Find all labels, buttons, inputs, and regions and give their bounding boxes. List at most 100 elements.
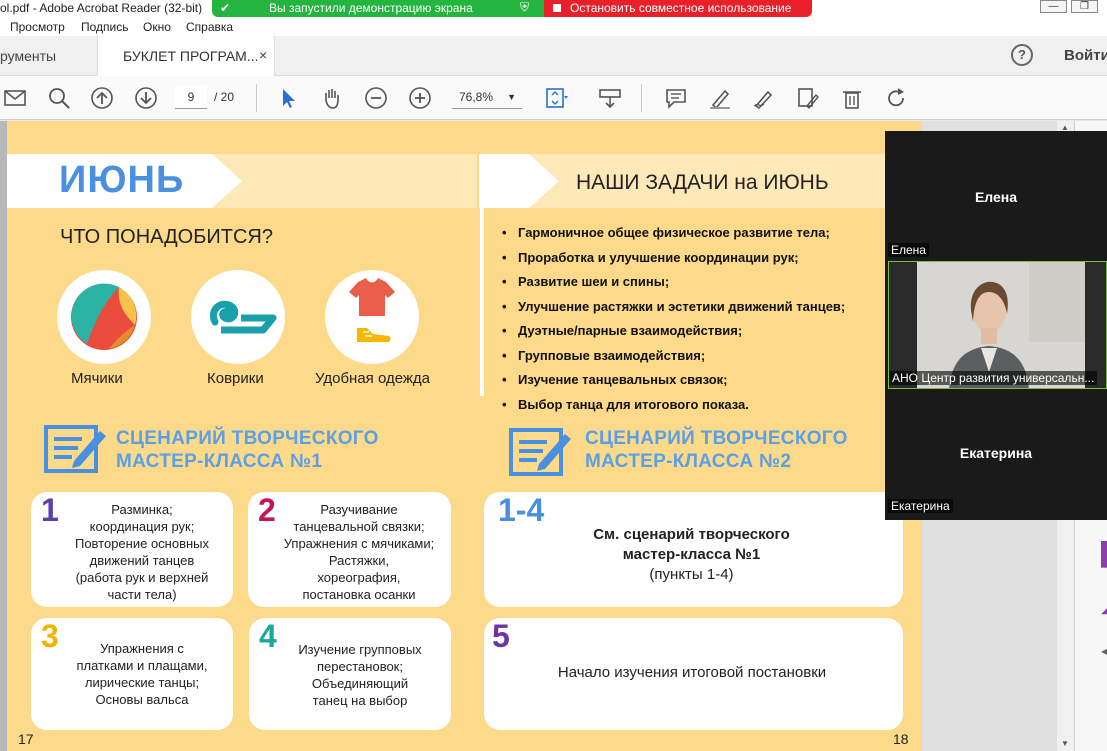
card-line: перестановок; bbox=[317, 659, 403, 674]
scenario1-title-line2: МАСТЕР-КЛАССА №1 bbox=[116, 451, 323, 472]
trash-icon[interactable] bbox=[840, 86, 864, 110]
email-icon[interactable] bbox=[3, 86, 27, 110]
card-line: Растяжки, bbox=[328, 553, 390, 568]
list-item: Улучшение растяжки и эстетики движений т… bbox=[502, 299, 845, 324]
close-tab-icon[interactable]: × bbox=[259, 47, 267, 63]
main-toolbar: 9 / 20 76,8% ▼ bbox=[0, 76, 1107, 120]
zoom-search-icon[interactable] bbox=[47, 86, 71, 110]
list-item: Дуэтные/парные взаимодействия; bbox=[502, 323, 845, 348]
participant-label: АНО Центр развития универсальн... bbox=[889, 371, 1098, 385]
tab-document[interactable]: БУКЛЕТ ПРОГРАМ... × bbox=[97, 36, 275, 76]
tab-document-label: БУКЛЕТ ПРОГРАМ... bbox=[123, 48, 259, 64]
item-label-mats: Коврики bbox=[207, 370, 264, 387]
edit-pdf-icon[interactable] bbox=[796, 86, 820, 110]
card-line: постановка осанки bbox=[302, 587, 416, 602]
rolled-mat-icon bbox=[210, 300, 277, 334]
comment-icon[interactable] bbox=[664, 86, 688, 110]
rotate-icon[interactable] bbox=[884, 86, 908, 110]
chevron-down-icon: ▼ bbox=[507, 92, 516, 102]
card-line: (пункты 1-4) bbox=[649, 566, 734, 583]
mat-image bbox=[191, 270, 285, 364]
participant-name: Елена bbox=[974, 189, 1018, 205]
ball-image bbox=[57, 270, 151, 364]
clothes-image bbox=[325, 270, 419, 364]
list-item: Выбор танца для итогового показа. bbox=[502, 397, 845, 422]
scroll-mode-icon[interactable] bbox=[598, 86, 622, 110]
minimize-button[interactable]: — bbox=[1040, 0, 1067, 13]
shield-check-icon: ⛨ bbox=[520, 0, 530, 14]
select-cursor-icon[interactable] bbox=[276, 86, 300, 110]
scenario-card: 2 Разучивание танцевальной связки; Упраж… bbox=[248, 492, 451, 607]
card-line: платками и плащами, bbox=[76, 658, 208, 673]
column-divider bbox=[480, 208, 484, 396]
tshirt-sneaker-icon bbox=[349, 278, 395, 342]
page-number-left: 17 bbox=[18, 731, 34, 747]
card-line: Упражнения с bbox=[100, 641, 184, 656]
pdf-page-spread: ИЮНЬ НАШИ ЗАДАЧИ на ИЮНЬ ЧТО ПОНАДОБИТСЯ… bbox=[7, 121, 922, 751]
ball-icon bbox=[71, 283, 137, 350]
page-number-input[interactable]: 9 bbox=[175, 85, 207, 109]
previous-page-icon[interactable] bbox=[90, 86, 114, 110]
webcam-image bbox=[889, 262, 1106, 388]
stop-sharing-label: Остановить совместное использование bbox=[570, 1, 792, 15]
card-line: Начало изучения итоговой постановки bbox=[557, 664, 827, 681]
toolbar-divider bbox=[256, 84, 257, 112]
zoom-level-value: 76,8% bbox=[459, 90, 494, 104]
fit-page-icon[interactable] bbox=[544, 86, 568, 110]
card-line: Изучение групповых bbox=[298, 642, 422, 657]
card-line: Основы вальса bbox=[95, 692, 189, 707]
scenario2-title-line1: СЦЕНАРИЙ ТВОРЧЕСКОГО bbox=[585, 428, 848, 449]
hand-tool-icon[interactable] bbox=[320, 86, 344, 110]
card-line: координация рук; bbox=[89, 519, 195, 534]
scenario1-title: СЦЕНАРИЙ ТВОРЧЕСКОГО МАСТЕР-КЛАССА №1 bbox=[116, 427, 379, 473]
sign-pen-icon[interactable] bbox=[752, 86, 776, 110]
zoom-level-select[interactable]: 76,8% ▼ bbox=[452, 85, 522, 109]
restore-button[interactable]: ❐ bbox=[1071, 0, 1098, 13]
scroll-down-icon[interactable]: ▼ bbox=[1061, 739, 1069, 748]
zoom-out-icon[interactable] bbox=[364, 86, 388, 110]
participant-video[interactable]: АНО Центр развития универсальн... bbox=[888, 261, 1107, 389]
card-text: Упражнения с платками и плащами, лиричес… bbox=[56, 640, 228, 708]
menu-sign[interactable]: Подпись bbox=[81, 20, 129, 34]
page-total: / 20 bbox=[214, 90, 235, 104]
scenario1-title-line1: СЦЕНАРИЙ ТВОРЧЕСКОГО bbox=[116, 428, 379, 449]
help-icon[interactable]: ? bbox=[1011, 44, 1033, 66]
video-conference-panel: Елена Елена АНО Центр развития универсал… bbox=[885, 131, 1107, 520]
card-line: хореография, bbox=[317, 570, 401, 585]
left-page-edge bbox=[0, 121, 7, 751]
tab-tools[interactable]: рументы bbox=[0, 48, 56, 64]
share-icon: ✔ bbox=[220, 1, 231, 15]
next-page-icon[interactable] bbox=[134, 86, 158, 110]
tab-bar: рументы БУКЛЕТ ПРОГРАМ... × ? Войти bbox=[0, 36, 1107, 76]
participant-name: Екатерина bbox=[959, 445, 1033, 461]
card-text: Разучивание танцевальной связки; Упражне… bbox=[270, 501, 448, 603]
highlight-pen-icon[interactable] bbox=[708, 86, 732, 110]
card-line: танцевальной связки; bbox=[293, 519, 425, 534]
card-text: Изучение групповых перестановок; Объедин… bbox=[271, 641, 449, 709]
scenario-edit-icon bbox=[44, 421, 108, 478]
scenario-card: 1 Разминка; координация рук; Повторение … bbox=[31, 492, 233, 607]
menu-window[interactable]: Окно bbox=[143, 20, 171, 34]
page-number-right: 18 bbox=[893, 731, 909, 747]
card-line: лирические танцы; bbox=[84, 675, 200, 690]
list-item: Изучение танцевальных связок; bbox=[502, 372, 845, 397]
tool-icon[interactable]: ◢ bbox=[1101, 596, 1107, 617]
scenario-card: 1-4 См. сценарий творческого мастер-клас… bbox=[484, 492, 903, 607]
tool-icon[interactable]: ▌ bbox=[1101, 541, 1107, 567]
item-label-clothes: Удобная одежда bbox=[315, 370, 431, 387]
zoom-in-icon[interactable] bbox=[408, 86, 432, 110]
scenario-card: 3 Упражнения с платками и плащами, лирич… bbox=[31, 618, 233, 730]
sign-in-button[interactable]: Войти bbox=[1064, 47, 1107, 64]
tool-icon[interactable]: ◂ bbox=[1101, 641, 1107, 661]
card-text: См. сценарий творческого мастер-класса №… bbox=[554, 525, 829, 585]
menu-view[interactable]: Просмотр bbox=[10, 20, 65, 34]
stop-sharing-button[interactable]: Остановить совместное использование bbox=[544, 0, 812, 17]
screen-share-banner: ✔ Вы запустили демонстрацию экрана ⛨ bbox=[212, 0, 544, 17]
june-title: ИЮНЬ bbox=[59, 159, 185, 201]
app-title: ol.pdf - Adobe Acrobat Reader (32-bit) bbox=[0, 1, 203, 15]
card-line: движений танцев bbox=[89, 553, 195, 568]
menu-help[interactable]: Справка bbox=[186, 20, 233, 34]
share-banner-text: Вы запустили демонстрацию экрана bbox=[269, 1, 473, 15]
card-line: (работа рук и верхней bbox=[75, 570, 209, 585]
tasks-title: НАШИ ЗАДАЧИ на ИЮНЬ bbox=[576, 171, 829, 194]
